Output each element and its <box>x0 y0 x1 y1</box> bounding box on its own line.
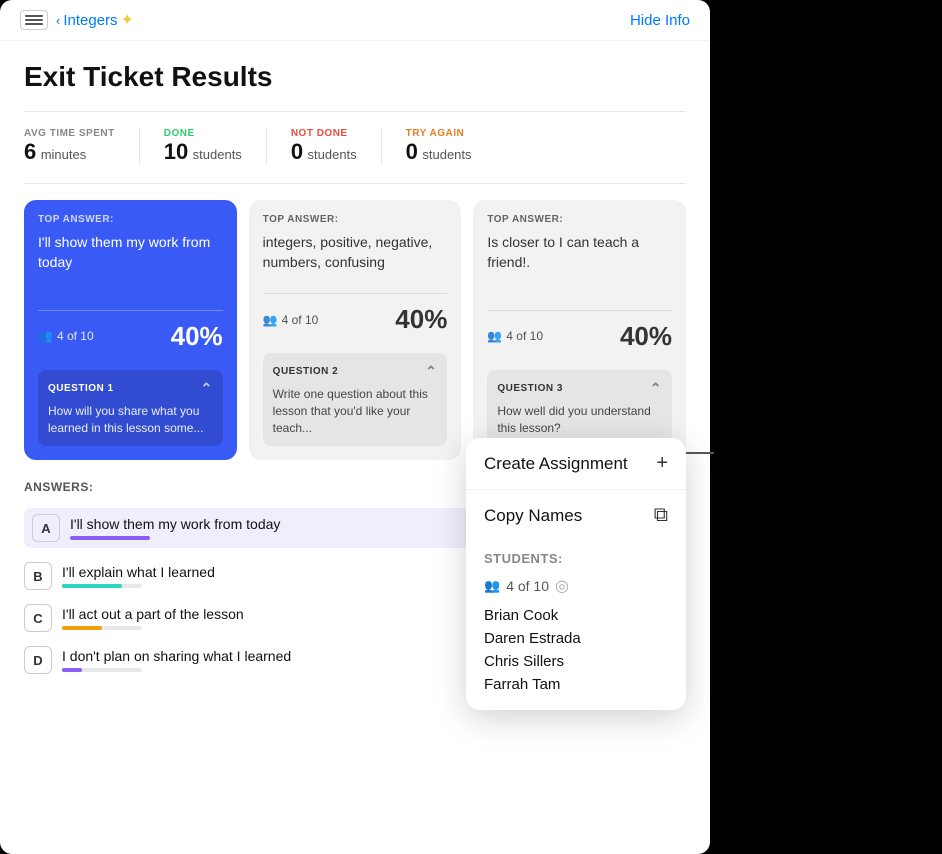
people-icon-q3: 👥 <box>487 329 502 343</box>
q1-footer: QUESTION 1 ⌃ How will you share what you… <box>38 370 223 447</box>
answer-letter-d: D <box>24 646 52 674</box>
students-check-icon: ◎ <box>555 576 569 596</box>
question-card-3[interactable]: TOP ANSWER: Is closer to I can teach a f… <box>473 200 686 460</box>
stat-done: DONE 10 students <box>164 128 267 165</box>
q1-divider <box>38 310 223 311</box>
stat-try-again-unit: students <box>422 147 471 162</box>
q3-top-answer-label: TOP ANSWER: <box>487 214 672 225</box>
copy-names-label: Copy Names <box>484 506 582 526</box>
student-1: Brian Cook <box>484 604 668 627</box>
q3-pct: 40% <box>620 321 672 352</box>
answer-letter-b: B <box>24 562 52 590</box>
title-divider <box>24 111 686 112</box>
create-assignment-label: Create Assignment <box>484 454 628 474</box>
q1-q-text: How will you share what you learned in t… <box>48 403 213 437</box>
q2-pct: 40% <box>395 304 447 335</box>
top-bar: ‹ Integers ✦ Hide Info <box>0 0 710 41</box>
q2-q-text: Write one question about this lesson tha… <box>273 386 438 436</box>
answer-bar-wrap-a <box>70 536 150 540</box>
students-count: 4 of 10 <box>506 578 549 594</box>
back-link[interactable]: ‹ Integers ✦ <box>56 10 134 30</box>
stat-not-done-label: NOT DONE <box>291 128 357 139</box>
answer-bar-b <box>62 584 122 588</box>
answer-bar-wrap-c <box>62 626 142 630</box>
stat-avg-time-value: 6 <box>24 139 36 164</box>
answer-letter-c: C <box>24 604 52 632</box>
stats-row: AVG TIME SPENT 6 minutes DONE 10 student… <box>24 128 686 165</box>
q1-count: 👥 4 of 10 <box>38 329 94 343</box>
q1-caret-icon: ⌃ <box>200 380 212 397</box>
q2-count: 👥 4 of 10 <box>263 313 319 327</box>
stat-try-again: TRY AGAIN 0 students <box>406 128 496 165</box>
main-panel: ‹ Integers ✦ Hide Info Exit Ticket Resul… <box>0 0 710 854</box>
stat-done-value: 10 <box>164 139 188 164</box>
q2-caret-icon: ⌃ <box>425 363 437 380</box>
stat-avg-time-label: AVG TIME SPENT <box>24 128 115 139</box>
students-label: STUDENTS: <box>484 541 668 566</box>
question-card-1[interactable]: TOP ANSWER: I'll show them my work from … <box>24 200 237 460</box>
question-card-2[interactable]: TOP ANSWER: integers, positive, negative… <box>249 200 462 460</box>
student-3: Chris Sillers <box>484 650 668 673</box>
answer-bar-wrap-d <box>62 668 142 672</box>
q3-q-text: How well did you understand this lesson? <box>497 403 662 437</box>
back-chevron-icon: ‹ <box>56 13 60 28</box>
hide-info-button[interactable]: Hide Info <box>630 12 690 29</box>
back-label: Integers <box>63 12 117 29</box>
answer-bar-a <box>70 536 150 540</box>
q1-top-answer-text: I'll show them my work from today <box>38 233 223 299</box>
people-icon-q2: 👥 <box>263 313 278 327</box>
create-assignment-item[interactable]: Create Assignment + <box>466 438 686 490</box>
stat-done-label: DONE <box>164 128 242 139</box>
student-2: Daren Estrada <box>484 627 668 650</box>
sparkle-icon: ✦ <box>121 10 134 30</box>
copy-names-icon: ⧉ <box>654 504 668 527</box>
q3-caret-icon: ⌃ <box>650 380 662 397</box>
stats-divider <box>24 183 686 184</box>
q3-q-label: QUESTION 3 ⌃ <box>497 380 662 397</box>
students-count-row: 👥 4 of 10 ◎ <box>484 576 668 596</box>
copy-names-item[interactable]: Copy Names ⧉ <box>466 490 686 541</box>
popup-menu: Create Assignment + Copy Names ⧉ STUDENT… <box>466 438 686 710</box>
students-list: Brian Cook Daren Estrada Chris Sillers F… <box>484 604 668 696</box>
stat-avg-time: AVG TIME SPENT 6 minutes <box>24 128 140 165</box>
q3-count: 👥 4 of 10 <box>487 329 543 343</box>
q2-q-label: QUESTION 2 ⌃ <box>273 363 438 380</box>
q2-footer: QUESTION 2 ⌃ Write one question about th… <box>263 353 448 446</box>
top-bar-left: ‹ Integers ✦ <box>20 10 134 30</box>
q1-pct: 40% <box>171 321 223 352</box>
create-assignment-icon: + <box>656 452 668 475</box>
q3-top-answer-text: Is closer to I can teach a friend!. <box>487 233 672 299</box>
q2-stats-row: 👥 4 of 10 40% <box>263 304 448 335</box>
answer-bar-c <box>62 626 102 630</box>
popup-arrow <box>686 452 714 454</box>
q1-top-answer-label: TOP ANSWER: <box>38 214 223 225</box>
answer-letter-a: A <box>32 514 60 542</box>
stat-not-done: NOT DONE 0 students <box>291 128 382 165</box>
q2-divider <box>263 293 448 294</box>
stat-try-again-label: TRY AGAIN <box>406 128 472 139</box>
q1-q-label: QUESTION 1 ⌃ <box>48 380 213 397</box>
answer-bar-wrap-b <box>62 584 142 588</box>
questions-row: TOP ANSWER: I'll show them my work from … <box>24 200 686 460</box>
stat-not-done-value: 0 <box>291 139 303 164</box>
sidebar-toggle-button[interactable] <box>20 10 48 30</box>
people-icon-q1: 👥 <box>38 329 53 343</box>
stat-done-unit: students <box>193 147 242 162</box>
page-title: Exit Ticket Results <box>24 61 686 93</box>
stat-avg-time-unit: minutes <box>41 147 87 162</box>
q3-stats-row: 👥 4 of 10 40% <box>487 321 672 352</box>
q3-footer: QUESTION 3 ⌃ How well did you understand… <box>487 370 672 447</box>
students-people-icon: 👥 <box>484 578 500 594</box>
stat-try-again-value: 0 <box>406 139 418 164</box>
q3-divider <box>487 310 672 311</box>
q1-stats-row: 👥 4 of 10 40% <box>38 321 223 352</box>
q2-top-answer-label: TOP ANSWER: <box>263 214 448 225</box>
q2-top-answer-text: integers, positive, negative, numbers, c… <box>263 233 448 283</box>
answer-bar-d <box>62 668 82 672</box>
students-section: STUDENTS: 👥 4 of 10 ◎ Brian Cook Daren E… <box>466 541 686 710</box>
stat-not-done-unit: students <box>308 147 357 162</box>
student-4: Farrah Tam <box>484 673 668 696</box>
